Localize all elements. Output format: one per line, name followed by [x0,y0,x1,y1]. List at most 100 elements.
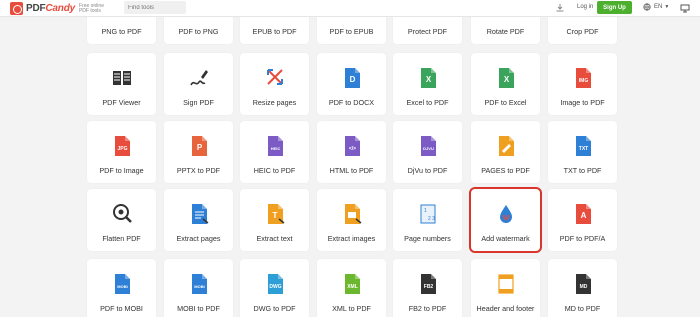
tool-tile-pages-to-pdf[interactable]: PAGES to PDF [471,121,540,183]
tool-tile-image-to-pdf[interactable]: IMG Image to PDF [548,53,617,115]
tool-label: PDF to EPUB [329,27,374,36]
top-navigation-bar: PDFCandy Free online PDF tools Log in Si… [0,0,700,17]
tool-tile-excel-to-pdf[interactable]: X Excel to PDF [393,53,462,115]
tool-tile-add-watermark[interactable]: W Add watermark [469,187,542,253]
tool-label: Page numbers [404,234,451,243]
tool-tile-heic-to-pdf[interactable]: HEIC HEIC to PDF [240,121,309,183]
tool-tile-header-and-footer[interactable]: Header and footer [471,259,540,317]
svg-text:</>: </> [348,146,355,152]
tool-label: PDF to Image [99,166,144,175]
fb2-file-icon: FB2 [420,274,436,294]
tool-tile-pdf-to-image[interactable]: JPG PDF to Image [87,121,156,183]
book-icon [112,71,131,85]
tool-label: PAGES to PDF [481,166,530,175]
tool-label: PDF to PDF/A [559,234,606,243]
md-file-icon: MD [575,274,591,294]
tool-tile-pdf-to-docx[interactable]: D PDF to DOCX [317,53,386,115]
svg-text:JPG: JPG [117,146,127,152]
tool-tile-sign-pdf[interactable]: Sign PDF [164,53,233,115]
tool-label: PDF Viewer [102,98,141,107]
tool-label: XML to PDF [332,304,371,313]
heic-file-icon: HEIC [267,136,283,156]
language-code: EN [654,4,663,10]
tool-label: Image to PDF [560,98,605,107]
tool-label: DWG to PDF [253,304,296,313]
svg-text:W: W [502,215,509,222]
tool-tile-md-to-pdf[interactable]: MD MD to PDF [548,259,617,317]
svg-text:IMG: IMG [578,78,588,84]
tool-tile-extract-pages[interactable]: Extract pages [164,189,233,251]
tool-label: TXT to PDF [563,166,602,175]
page-numbers-icon: 12 3 [420,204,435,224]
svg-text:MD: MD [579,284,587,290]
svg-text:2 3: 2 3 [428,216,435,222]
tool-tile-txt-to-pdf[interactable]: TXT TXT to PDF [548,121,617,183]
tool-label: Crop PDF [566,27,599,36]
tool-tile-extract-images[interactable]: Extract images [317,189,386,251]
tool-tile-html-to-pdf[interactable]: </> HTML to PDF [317,121,386,183]
tool-tile-pdf-viewer[interactable]: PDF Viewer [87,53,156,115]
tool-label: Sign PDF [183,98,214,107]
chevron-down-icon: ▼ [664,4,670,10]
pages-extract-icon [191,204,208,224]
tagline: Free online PDF tools [78,2,104,14]
svg-text:1: 1 [424,208,427,214]
svg-text:D: D [349,75,355,84]
docx-file-icon: D [344,68,360,88]
svg-text:XML: XML [347,284,358,290]
tool-tile-pdf-to-pdf-a[interactable]: A PDF to PDF/A [548,189,617,251]
tool-label: PNG to PDF [101,27,142,36]
svg-text:P: P [196,143,202,152]
tool-label: PDF to DOCX [328,98,375,107]
tool-tile-pptx-to-pdf[interactable]: P PPTX to PDF [164,121,233,183]
tool-tile-djvu-to-pdf[interactable]: DJVU DjVu to PDF [393,121,462,183]
tool-label: DjVu to PDF [407,166,448,175]
tool-tile-pdf-to-excel[interactable]: X PDF to Excel [471,53,540,115]
tool-tile-flatten-pdf[interactable]: Flatten PDF [87,189,156,251]
tool-tile-fb2-to-pdf[interactable]: FB2 FB2 to PDF [393,259,462,317]
mobi-file-icon: MOBI [114,274,130,294]
tool-tile-dwg-to-pdf[interactable]: DWG DWG to PDF [240,259,309,317]
tool-tile-xml-to-pdf[interactable]: XML XML to PDF [317,259,386,317]
tool-label: PDF to PNG [178,27,219,36]
resize-arrows-icon [266,69,283,85]
image-file-icon: IMG [575,68,591,88]
tool-label: Extract pages [176,234,221,243]
svg-text:HEIC: HEIC [270,146,280,151]
tool-label: Rotate PDF [486,27,525,36]
xml-file-icon: XML [344,274,360,294]
tool-label: Add watermark [481,234,530,243]
tool-label: EPUB to PDF [252,27,297,36]
excel-file-icon: X [420,68,436,88]
tool-tile-pdf-to-mobi[interactable]: MOBI PDF to MOBI [87,259,156,317]
search-input[interactable] [124,1,186,14]
tool-tile-page-numbers[interactable]: 12 3 Page numbers [393,189,462,251]
tool-tile-resize-pages[interactable]: Resize pages [240,53,309,115]
language-selector[interactable]: EN ▼ [643,3,669,11]
image-extract-icon [344,204,361,224]
excel-file-icon: X [498,68,514,88]
login-link[interactable]: Log in [577,4,593,10]
svg-text:DWG: DWG [269,284,281,290]
monitor-icon[interactable] [680,4,690,13]
download-icon[interactable] [555,3,565,13]
txt-file-icon: TXT [575,136,591,156]
pages-file-icon [498,136,514,156]
svg-text:X: X [425,75,431,84]
logo[interactable]: PDFCandy Free online PDF tools [10,2,113,15]
tool-label: FB2 to PDF [408,304,447,313]
mobi-file-icon: MOBI [191,274,207,294]
svg-text:TXT: TXT [578,146,587,152]
tool-label: Flatten PDF [102,234,141,243]
tool-tile-extract-text[interactable]: T Extract text [240,189,309,251]
header-footer-icon [497,274,514,294]
tool-label: Extract images [327,234,376,243]
signature-pen-icon [189,70,208,86]
signup-button[interactable]: Sign Up [597,1,632,14]
tool-label: HTML to PDF [329,166,374,175]
logo-text: PDFCandy [26,3,75,14]
tool-label: PDF to MOBI [100,304,143,313]
tool-label: MD to PDF [564,304,601,313]
html-file-icon: </> [344,136,360,156]
tool-tile-mobi-to-pdf[interactable]: MOBI MOBI to PDF [164,259,233,317]
